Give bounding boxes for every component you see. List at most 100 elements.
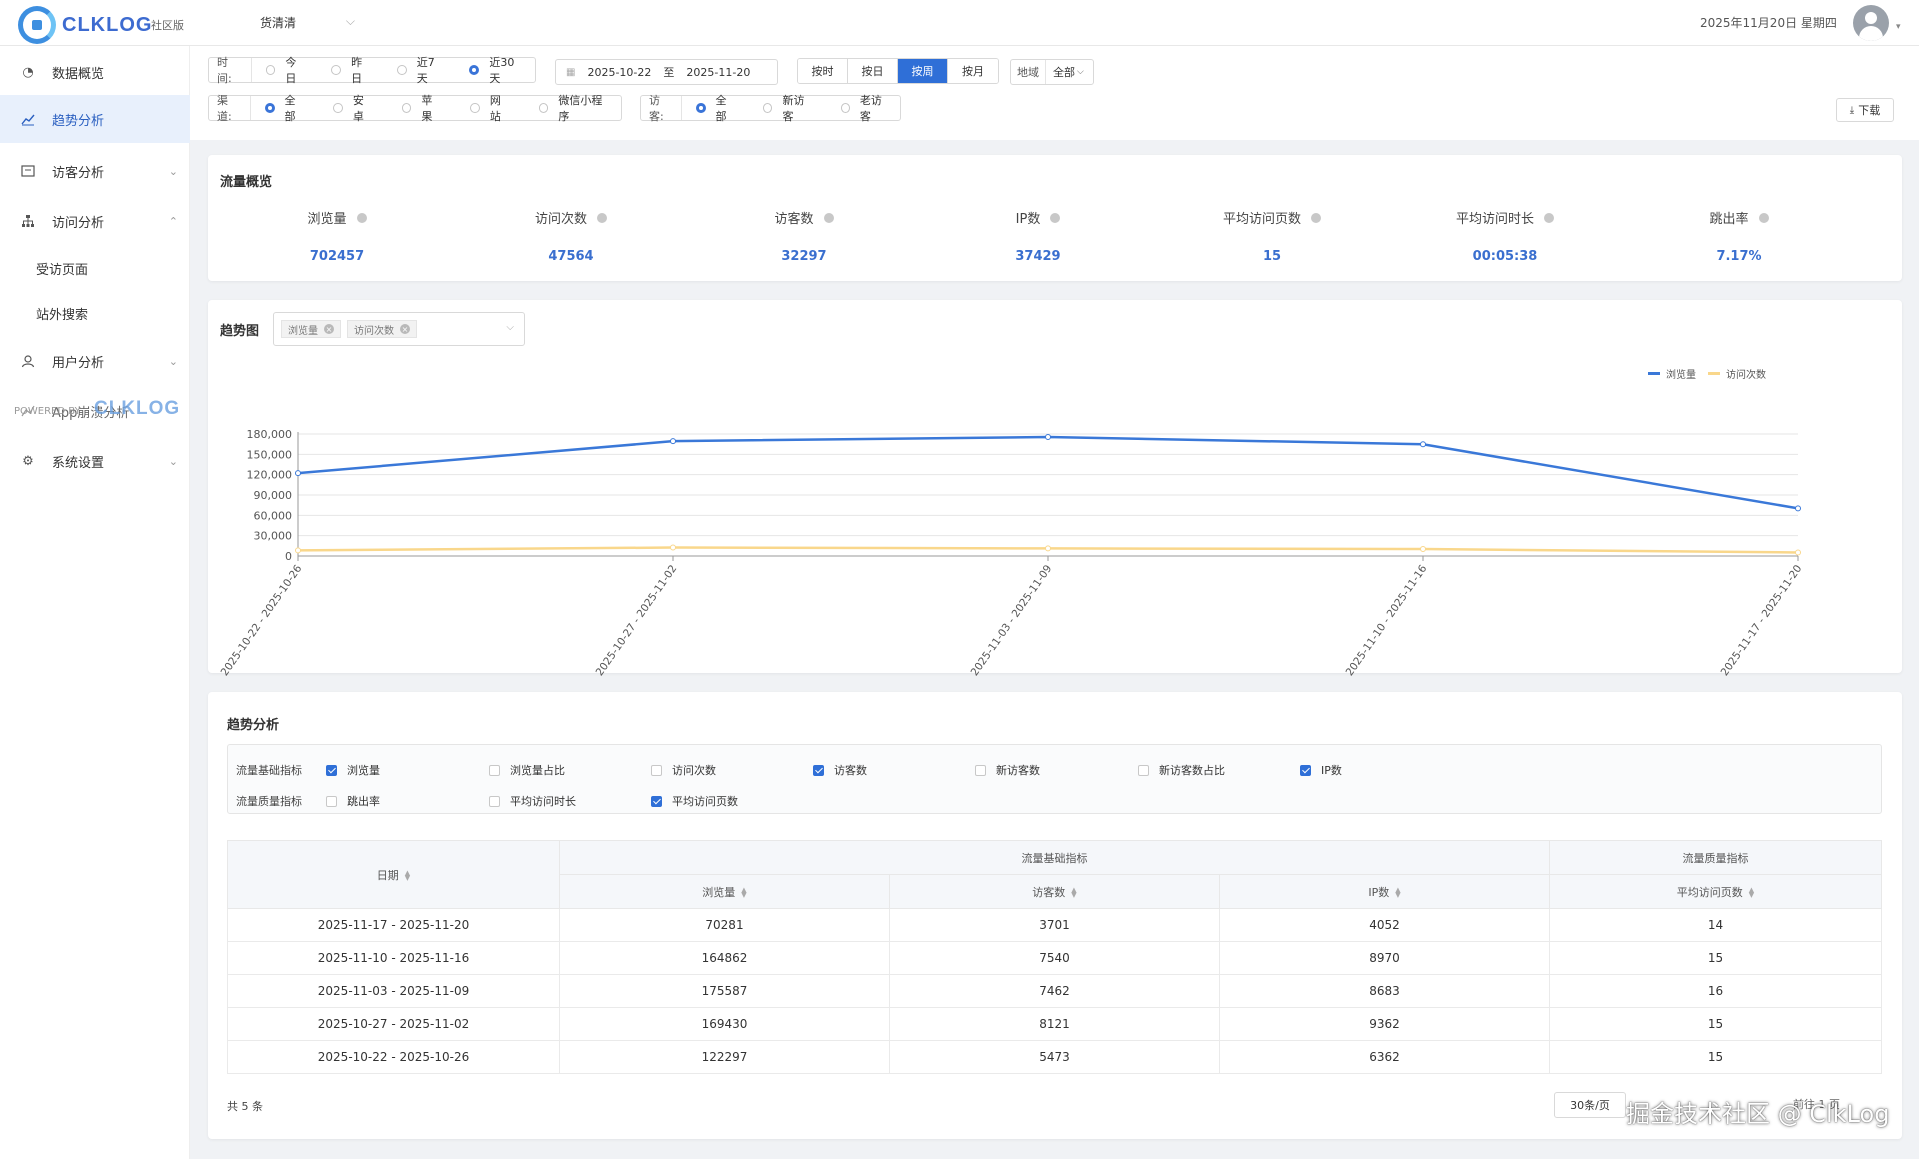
checkbox-row1-2[interactable]: 访问次数 (651, 762, 716, 778)
metric-tag-select[interactable]: 浏览量 × 访问次数 × ⌵ (273, 312, 525, 346)
sidebar-subitem-visited-pages[interactable]: 受访页面 (36, 259, 88, 278)
radio-label: 新访客 (782, 94, 805, 123)
granularity-month[interactable]: 按月 (948, 59, 998, 83)
legend-item-pageviews[interactable]: 浏览量 (1648, 366, 1696, 381)
sort-icon[interactable]: ▲ ▼ (1071, 886, 1076, 898)
table-cell: 6362 (1219, 1040, 1550, 1074)
header-label: 流量基础指标 (1021, 851, 1088, 865)
checkbox-row1-5[interactable]: 新访客数占比 (1138, 762, 1225, 778)
column-header-avg-pages[interactable]: 平均访问页数 ▲ ▼ (1549, 874, 1882, 909)
sidebar-item-user[interactable]: 用户分析 ⌄ (0, 339, 190, 383)
radio-channel-all[interactable]: 全部 (264, 92, 305, 124)
help-icon[interactable] (1311, 212, 1321, 223)
logo[interactable]: CLKLOG (18, 6, 152, 44)
sidebar-subitem-external-search[interactable]: 站外搜索 (36, 304, 88, 323)
powered-by-label: POWERED BY (14, 406, 81, 417)
edition-label: 社区版 (151, 19, 184, 32)
table-cell: 2025-11-03 - 2025-11-09 (227, 974, 560, 1008)
legend-swatch (1708, 372, 1720, 375)
granularity-week[interactable]: 按周 (898, 59, 948, 83)
checkbox-row2-0[interactable]: 跳出率 (326, 793, 380, 809)
help-icon[interactable] (1544, 212, 1554, 223)
sidebar-item-settings[interactable]: ⚙ 系统设置 ⌄ (0, 439, 190, 483)
radio-wechat-mini[interactable]: 微信小程序 (538, 92, 611, 124)
granularity-day[interactable]: 按日 (848, 59, 898, 83)
radio-label: 微信小程序 (558, 94, 603, 123)
sidebar-item-access[interactable]: 访问分析 ⌃ (0, 199, 190, 243)
sidebar: ◔ 数据概览 趋势分析 访客分析 ⌄ 访问分析 ⌃ 受访页面 站外搜索 用户分析… (0, 46, 190, 1159)
radio-new-visitor[interactable]: 新访客 (763, 92, 812, 124)
basic-metrics-label: 流量基础指标 (236, 764, 302, 777)
product-select[interactable]: 货清清 ⌵ (260, 14, 355, 31)
checkbox-row1-6[interactable]: IP数 (1300, 762, 1342, 778)
checkbox-label: 浏览量 (347, 764, 380, 777)
caret-down-icon[interactable]: ▾ (1896, 22, 1901, 32)
metric-value: 00:05:38 (1472, 249, 1538, 264)
date-range-picker[interactable]: ▦ 2025-10-22 至 2025-11-20 (555, 59, 778, 85)
tag-visits: 访问次数 × (347, 320, 417, 338)
radio-today[interactable]: 今日 (265, 54, 308, 86)
metric-name: 平均访问时长 (1455, 212, 1534, 227)
page-size-select[interactable]: 30条/页 (1554, 1092, 1626, 1118)
radio-old-visitor[interactable]: 老访客 (840, 92, 890, 124)
metric-ips: IP数 37429 (953, 208, 1123, 264)
radio-label: 近7天 (416, 56, 435, 85)
avatar[interactable] (1853, 5, 1889, 41)
sidebar-item-overview[interactable]: ◔ 数据概览 (0, 50, 190, 94)
radio-label: 昨日 (351, 56, 363, 85)
sort-icon[interactable]: ▲ ▼ (1395, 886, 1400, 898)
table-cell: 2025-10-22 - 2025-10-26 (227, 1040, 560, 1074)
radio-dot (763, 103, 773, 113)
legend-item-visits[interactable]: 访问次数 (1708, 366, 1766, 381)
help-icon[interactable] (1758, 212, 1769, 223)
column-header-ips[interactable]: IP数 ▲ ▼ (1219, 874, 1550, 909)
metric-value: 37429 (1015, 249, 1061, 264)
help-icon[interactable] (1050, 212, 1061, 223)
close-icon[interactable]: × (324, 324, 334, 334)
column-header-pageviews[interactable]: 浏览量 ▲ ▼ (559, 874, 890, 909)
checkbox-label: 跳出率 (347, 795, 380, 808)
checkbox-row1-4[interactable]: 新访客数 (975, 762, 1040, 778)
checkbox-row1-3[interactable]: 访客数 (813, 762, 867, 778)
sidebar-item-trend[interactable]: 趋势分析 (0, 95, 190, 143)
metric-avg-duration: 平均访问时长 00:05:38 (1420, 208, 1590, 264)
metric-name: IP数 (1015, 212, 1041, 227)
download-button[interactable]: ⤓ 下载 (1836, 98, 1894, 122)
date-to[interactable]: 2025-11-20 (686, 66, 750, 79)
sort-icon[interactable]: ▲ ▼ (1749, 886, 1754, 898)
help-icon[interactable] (356, 212, 367, 223)
checkbox-box (651, 764, 662, 776)
metric-visitors: 访客数 32297 (719, 208, 889, 264)
header-label: 浏览量 (702, 885, 736, 899)
sort-icon[interactable]: ▲ ▼ (405, 869, 410, 881)
checkbox-row2-2[interactable]: 平均访问页数 (651, 793, 738, 809)
radio-dot (470, 103, 480, 113)
radio-30days[interactable]: 近30天 (469, 54, 525, 86)
radio-android[interactable]: 安卓 (333, 92, 373, 124)
radio-visitor-all[interactable]: 全部 (695, 92, 735, 124)
checkbox-row1-0[interactable]: 浏览量 (326, 762, 380, 778)
date-from[interactable]: 2025-10-22 (587, 66, 651, 79)
sidebar-item-visitor[interactable]: 访客分析 ⌄ (0, 149, 190, 193)
table-row: 2025-11-17 - 2025-11-20 70281 3701 4052 14 (227, 908, 1882, 942)
metric-name: 访客数 (774, 212, 814, 227)
checkbox-row1-1[interactable]: 浏览量占比 (489, 762, 565, 778)
column-header-date[interactable]: 日期 ▲ ▼ (227, 840, 560, 909)
radio-yesterday[interactable]: 昨日 (331, 54, 373, 86)
visitor-filter-label: 访客: (641, 94, 682, 123)
download-icon: ⤓ (1849, 104, 1855, 116)
close-icon[interactable]: × (400, 324, 410, 334)
help-icon[interactable] (823, 212, 834, 223)
radio-apple[interactable]: 苹果 (401, 92, 442, 124)
radio-7days[interactable]: 近7天 (396, 54, 446, 86)
sort-icon[interactable]: ▲ ▼ (741, 886, 746, 898)
region-filter[interactable]: 地域 全部 ⌵ (1010, 59, 1094, 85)
watermark: 掘金技术社区 @ ClkLog (1626, 1100, 1890, 1128)
checkbox-row2-1[interactable]: 平均访问时长 (489, 793, 576, 809)
granularity-hour[interactable]: 按时 (798, 59, 848, 83)
help-icon[interactable] (597, 212, 607, 223)
visitor-icon (20, 163, 36, 179)
radio-website[interactable]: 网站 (470, 92, 510, 124)
radio-label: 苹果 (421, 94, 433, 123)
column-header-visitors[interactable]: 访客数 ▲ ▼ (889, 874, 1220, 909)
